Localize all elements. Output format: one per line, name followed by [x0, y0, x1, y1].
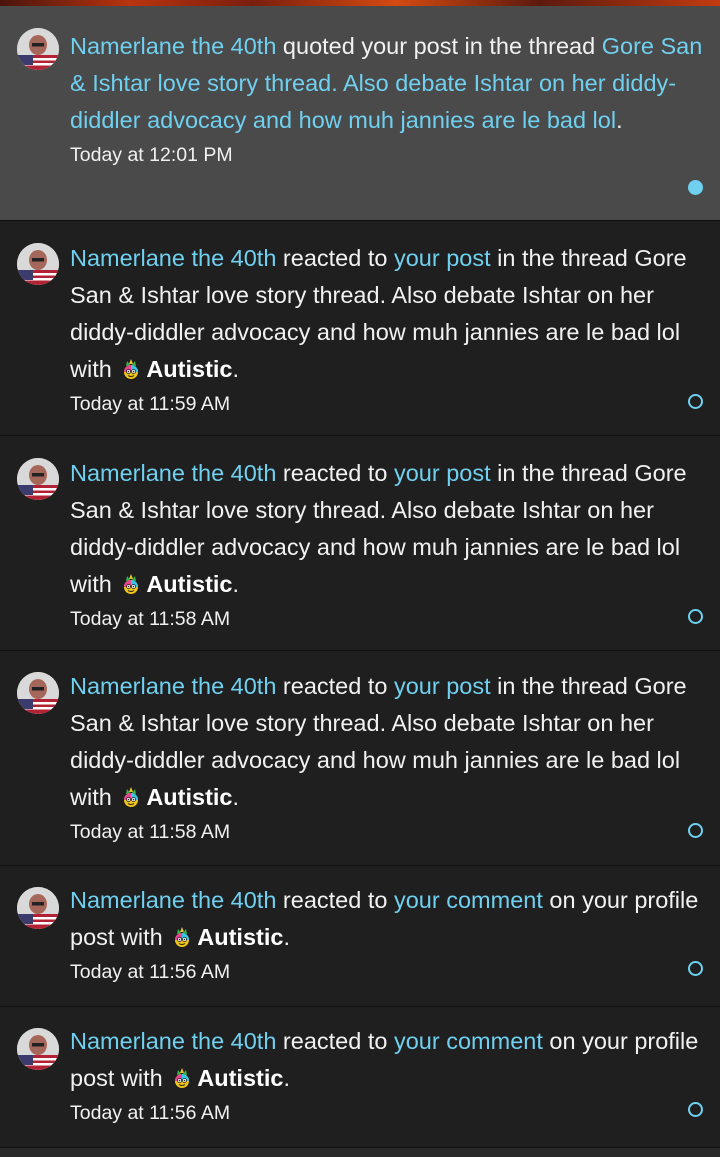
notification-body: Namerlane the 40th reacted to your post …: [70, 668, 704, 846]
username-link[interactable]: Namerlane the 40th: [70, 33, 276, 59]
notification-body: Namerlane the 40th reacted to your post …: [70, 455, 704, 633]
timestamp: Today at 11:56 AM: [70, 1102, 231, 1124]
timestamp: Today at 11:59 AM: [70, 393, 231, 415]
username-link[interactable]: Namerlane the 40th: [70, 1028, 276, 1054]
username-link[interactable]: Namerlane the 40th: [70, 887, 276, 913]
timestamp: Today at 12:01 PM: [70, 144, 233, 166]
sentence-end: .: [616, 107, 623, 133]
autistic-reaction-icon: [120, 782, 142, 807]
notification-item[interactable]: Namerlane the 40th reacted to your post …: [0, 221, 720, 436]
sentence-end: .: [232, 356, 240, 382]
username-link[interactable]: Namerlane the 40th: [70, 460, 276, 486]
username-link[interactable]: Namerlane the 40th: [70, 673, 276, 699]
mark-read-toggle[interactable]: [688, 823, 703, 838]
sentence-end: .: [283, 924, 290, 950]
mark-read-toggle[interactable]: [688, 394, 703, 409]
unread-indicator-dot[interactable]: [688, 180, 703, 195]
reaction-name: Autistic: [197, 924, 284, 950]
avatar[interactable]: [17, 887, 59, 929]
sentence-end: .: [232, 571, 240, 597]
timestamp: Today at 11:58 AM: [70, 821, 231, 843]
notification-item[interactable]: Namerlane the 40th reacted to your comme…: [0, 866, 720, 1007]
notification-item[interactable]: Namerlane the 40th reacted to your post …: [0, 651, 720, 866]
content-link[interactable]: your post: [394, 673, 491, 699]
notification-item[interactable]: Namerlane the 40th reacted to your post …: [0, 436, 720, 651]
reaction-name: Autistic: [146, 356, 233, 382]
content-link[interactable]: your post: [394, 245, 491, 271]
avatar[interactable]: [17, 458, 59, 500]
mark-read-toggle[interactable]: [688, 961, 703, 976]
mark-read-toggle[interactable]: [688, 609, 703, 624]
notification-text: Namerlane the 40th reacted to your comme…: [70, 1023, 704, 1097]
sentence-end: .: [232, 784, 240, 810]
action-text: reacted to: [276, 1028, 394, 1054]
notification-text: Namerlane the 40th reacted to your post …: [70, 668, 704, 816]
content-link[interactable]: your comment: [394, 887, 543, 913]
action-text: quoted your post in the thread: [276, 33, 602, 59]
autistic-reaction-icon: [171, 922, 193, 947]
avatar[interactable]: [17, 1028, 59, 1070]
sentence-end: .: [283, 1065, 290, 1091]
action-text: reacted to: [276, 887, 394, 913]
reaction-name: Autistic: [197, 1065, 284, 1091]
autistic-reaction-icon: [171, 1063, 193, 1088]
reaction-name: Autistic: [146, 784, 233, 810]
notification-list: Namerlane the 40th quoted your post in t…: [0, 6, 720, 1148]
notification-text: Namerlane the 40th quoted your post in t…: [70, 28, 704, 139]
notification-body: Namerlane the 40th reacted to your post …: [70, 240, 704, 418]
notification-item[interactable]: Namerlane the 40th quoted your post in t…: [0, 6, 720, 221]
avatar[interactable]: [17, 28, 59, 70]
autistic-reaction-icon: [120, 354, 142, 379]
timestamp: Today at 11:58 AM: [70, 608, 231, 630]
avatar[interactable]: [17, 672, 59, 714]
action-text: reacted to: [276, 460, 394, 486]
notification-text: Namerlane the 40th reacted to your post …: [70, 240, 704, 388]
avatar[interactable]: [17, 243, 59, 285]
notification-body: Namerlane the 40th reacted to your comme…: [70, 1023, 704, 1127]
notification-body: Namerlane the 40th reacted to your comme…: [70, 882, 704, 986]
action-text: reacted to: [276, 673, 394, 699]
notification-text: Namerlane the 40th reacted to your post …: [70, 455, 704, 603]
reaction-name: Autistic: [146, 571, 233, 597]
mark-read-toggle[interactable]: [688, 1102, 703, 1117]
timestamp: Today at 11:56 AM: [70, 961, 231, 983]
list-footer-gap: [0, 1148, 720, 1157]
autistic-reaction-icon: [120, 569, 142, 594]
action-text: reacted to: [276, 245, 394, 271]
content-link[interactable]: your comment: [394, 1028, 543, 1054]
notification-item[interactable]: Namerlane the 40th reacted to your comme…: [0, 1007, 720, 1148]
notification-body: Namerlane the 40th quoted your post in t…: [70, 28, 704, 169]
username-link[interactable]: Namerlane the 40th: [70, 245, 276, 271]
notification-text: Namerlane the 40th reacted to your comme…: [70, 882, 704, 956]
content-link[interactable]: your post: [394, 460, 491, 486]
